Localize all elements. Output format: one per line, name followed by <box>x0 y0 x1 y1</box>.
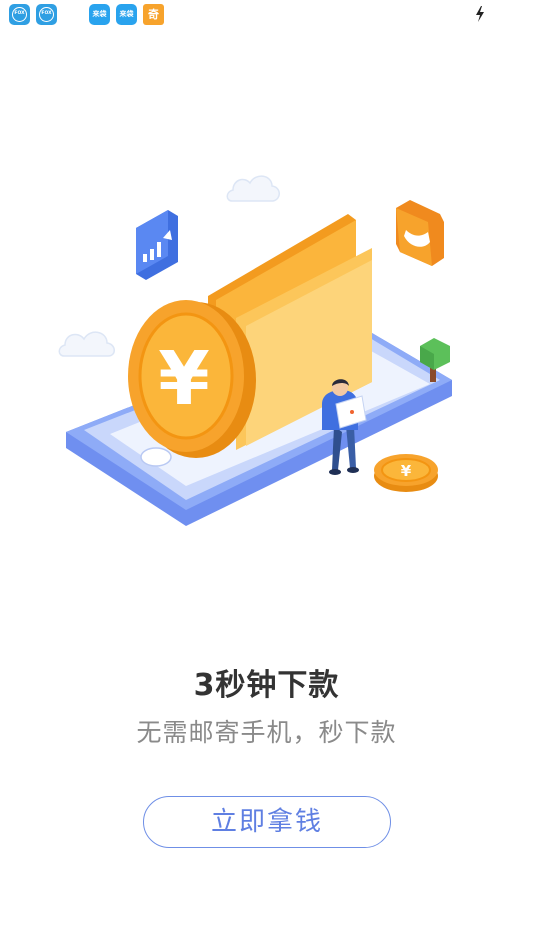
coin-icon: ¥ <box>374 454 438 492</box>
cloud-icon <box>58 331 115 357</box>
svg-text:¥: ¥ <box>401 462 412 480</box>
screen: FOX FOX 来袋 来袋 奇 ¥ ¥ 3秒钟下款 无需邮寄手机，秒下款 立即拿… <box>0 0 533 948</box>
cloud-icon <box>226 175 280 202</box>
growth-chart-icon <box>136 210 178 280</box>
loan-illustration: ¥ ¥ <box>58 175 452 526</box>
laidai-app-icon: 来袋 <box>116 4 137 25</box>
wallet-icon <box>396 200 444 266</box>
page-subtitle: 无需邮寄手机，秒下款 <box>136 718 397 747</box>
page-title: 3秒钟下款 <box>193 668 340 703</box>
get-money-button[interactable]: 立即拿钱 <box>143 796 391 848</box>
status-bar: FOX FOX 来袋 来袋 奇 <box>0 0 533 30</box>
fox-app-icon: FOX <box>36 4 57 25</box>
svg-text:¥: ¥ <box>158 336 210 422</box>
qi-app-icon: 奇 <box>143 4 164 25</box>
laidai-app-icon: 来袋 <box>89 4 110 25</box>
lightning-bolt-icon <box>476 6 484 22</box>
fox-app-icon: FOX <box>9 4 30 25</box>
